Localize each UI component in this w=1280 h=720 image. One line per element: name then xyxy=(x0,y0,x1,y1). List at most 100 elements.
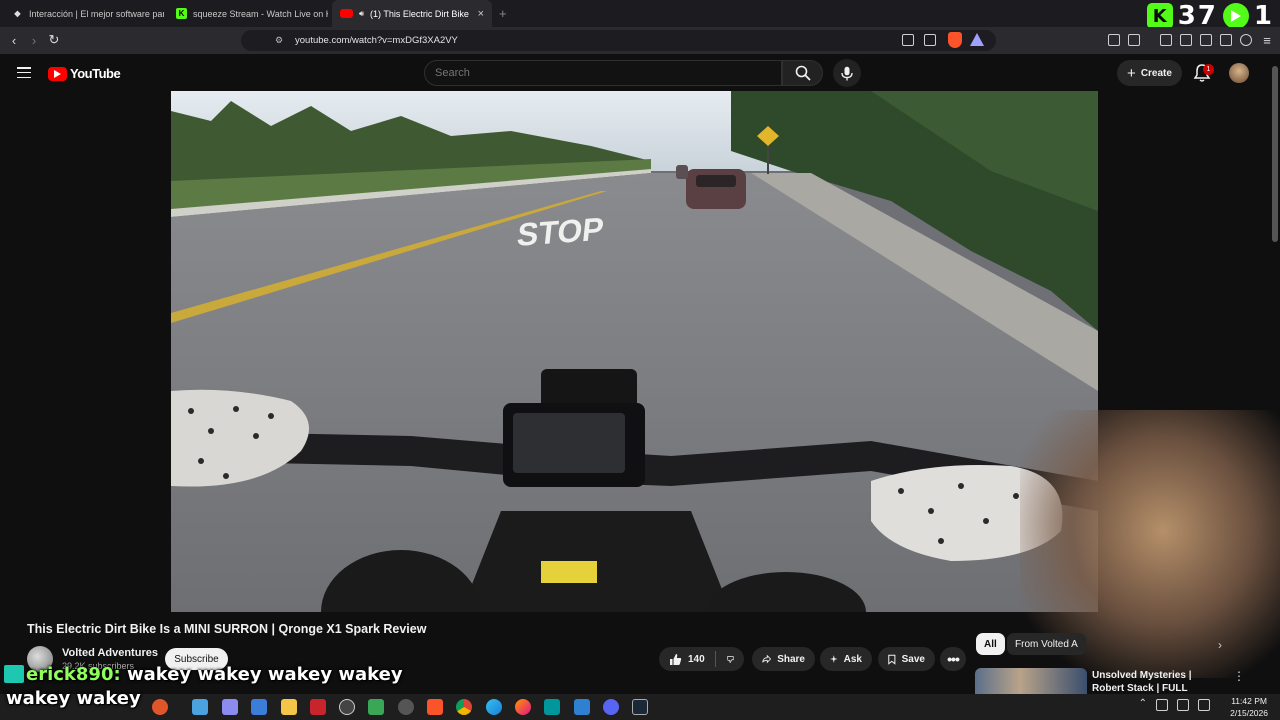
like-dislike-group: 140 xyxy=(659,647,744,671)
network-app-icon[interactable] xyxy=(192,699,208,715)
clock-time: 11:42 PM xyxy=(1231,696,1267,706)
ask-label: Ask xyxy=(843,653,862,665)
url-field[interactable]: ⚙ youtube.com/watch?v=mxDGf3XA2VY xyxy=(241,30,996,51)
youtube-play-icon xyxy=(48,66,67,81)
shield-app-icon[interactable] xyxy=(368,699,384,715)
related-video-thumbnail[interactable] xyxy=(975,668,1087,694)
save-button[interactable]: Save xyxy=(878,647,935,671)
youtube-icon xyxy=(340,9,353,18)
share-button[interactable]: Share xyxy=(752,647,815,671)
more-vertical-icon[interactable]: ⋮ xyxy=(1233,669,1245,683)
windows-taskbar: ⌃ 11:42 PM 2/15/2026 xyxy=(0,694,1280,720)
menu-icon[interactable]: ≡ xyxy=(1259,32,1275,48)
screenshot-icon[interactable] xyxy=(1128,34,1140,46)
like-button[interactable]: 140 xyxy=(669,653,705,666)
kick-count-left: 37 xyxy=(1177,1,1218,31)
browser-tab-strip: ◆ Interacción | El mejor software para p… xyxy=(0,0,1280,27)
ask-button[interactable]: Ask xyxy=(820,647,872,671)
address-bar-row: ‹ › ↻ ⌑ ⚙ youtube.com/watch?v=mxDGf3XA2V… xyxy=(0,27,1280,54)
brave-browser-icon[interactable] xyxy=(427,699,443,715)
speaker-icon[interactable]: 🔊︎ xyxy=(359,9,364,19)
chat-message: wakey wakey wakey wakey xyxy=(120,664,403,685)
more-horizontal-icon: ••• xyxy=(947,651,960,667)
share-page-icon[interactable] xyxy=(924,34,936,46)
leo-ai-icon[interactable] xyxy=(1220,34,1232,46)
brave-rewards-icon[interactable] xyxy=(970,33,984,46)
edge-icon[interactable] xyxy=(486,699,502,715)
tab-kick[interactable]: K squeeze Stream - Watch Live on Kick xyxy=(168,0,328,27)
bookmark-icon xyxy=(888,654,896,665)
kick-count-right: 1 xyxy=(1253,1,1274,31)
system-tray: ⌃ xyxy=(1139,698,1210,711)
chip-from-channel[interactable]: From Volted A xyxy=(1007,633,1086,655)
youtube-masthead: YouTube + Create xyxy=(0,54,1270,92)
microphone-icon xyxy=(841,66,853,80)
more-actions-button[interactable]: ••• xyxy=(940,647,966,671)
steam-icon[interactable] xyxy=(632,699,648,715)
sparkle-icon xyxy=(830,655,838,663)
site-info-icon[interactable]: ⚙ xyxy=(275,35,283,46)
account-avatar[interactable] xyxy=(1229,63,1249,83)
obs-icon[interactable] xyxy=(398,699,414,715)
discord-icon[interactable] xyxy=(603,699,619,715)
thumbs-up-icon xyxy=(670,653,682,665)
search-button[interactable] xyxy=(782,60,823,86)
video-title: This Electric Dirt Bike Is a MINI SURRON… xyxy=(27,622,427,636)
forward-icon[interactable]: › xyxy=(26,32,42,48)
thumbs-down-icon[interactable] xyxy=(727,653,734,666)
wallet-icon[interactable] xyxy=(1200,34,1212,46)
chat-username: erick890: xyxy=(26,664,121,685)
r-app-icon[interactable] xyxy=(251,699,267,715)
save-label: Save xyxy=(901,653,925,665)
share-icon xyxy=(762,654,772,664)
media-app-icon[interactable] xyxy=(222,699,238,715)
tab-title: Interacción | El mejor software para p xyxy=(29,8,164,19)
voice-search-button[interactable] xyxy=(833,59,861,87)
volume-tray-icon[interactable] xyxy=(1198,699,1210,711)
close-tab-icon[interactable]: × xyxy=(478,8,484,20)
microphone-tray-icon[interactable] xyxy=(1156,699,1168,711)
chrome-icon[interactable] xyxy=(456,699,472,715)
diamond-icon: ◆ xyxy=(14,9,21,18)
basketball-app-icon[interactable] xyxy=(152,699,168,715)
back-icon[interactable]: ‹ xyxy=(6,32,22,48)
kick-logo: K xyxy=(1146,3,1173,29)
firefox-icon[interactable] xyxy=(515,699,531,715)
extensions-icon[interactable] xyxy=(1108,34,1120,46)
chevron-up-icon[interactable]: ⌃ xyxy=(1139,698,1147,711)
tab-title: (1) This Electric Dirt Bike Is a M xyxy=(370,8,472,19)
channel-name[interactable]: Volted Adventures xyxy=(62,647,158,659)
youtube-wordmark: YouTube xyxy=(70,66,121,81)
scrollbar-thumb[interactable] xyxy=(1272,66,1278,242)
brave-shields-icon[interactable] xyxy=(948,32,962,48)
vscode-icon[interactable] xyxy=(574,699,590,715)
search-input[interactable] xyxy=(424,60,782,86)
file-explorer-icon[interactable] xyxy=(281,699,297,715)
video-frame: STOP xyxy=(171,91,1098,612)
url-text: youtube.com/watch?v=mxDGf3XA2VY xyxy=(295,35,458,46)
youtube-logo[interactable]: YouTube xyxy=(48,66,121,81)
tab-youtube[interactable]: 🔊︎ (1) This Electric Dirt Bike Is a M × xyxy=(332,0,492,27)
hamburger-menu-icon[interactable] xyxy=(17,67,31,78)
cast-icon[interactable] xyxy=(902,34,914,46)
tab-interaccion[interactable]: ◆ Interacción | El mejor software para p xyxy=(4,0,164,27)
chevron-right-icon[interactable]: › xyxy=(1218,638,1222,652)
create-button[interactable]: + Create xyxy=(1117,60,1182,86)
sidebar-icon[interactable] xyxy=(1180,34,1192,46)
display-tray-icon[interactable] xyxy=(1177,699,1189,711)
reload-icon[interactable]: ↻ xyxy=(46,32,62,48)
calendar-app-icon[interactable] xyxy=(310,699,326,715)
vpn-icon[interactable] xyxy=(1240,34,1252,46)
share-label: Share xyxy=(777,653,805,665)
new-tab-icon[interactable]: + xyxy=(499,6,507,21)
system-clock[interactable]: 11:42 PM 2/15/2026 xyxy=(1230,695,1268,719)
create-label: Create xyxy=(1140,67,1172,79)
kick-icon: K xyxy=(176,8,187,19)
video-player[interactable]: STOP xyxy=(171,91,1098,612)
like-divider xyxy=(714,651,716,667)
arduino-icon[interactable] xyxy=(544,699,560,715)
chip-all[interactable]: All xyxy=(976,633,1005,655)
clock-app-icon[interactable] xyxy=(339,699,355,715)
media-icon[interactable] xyxy=(1160,34,1172,46)
notification-count-badge: 1 xyxy=(1203,64,1214,75)
